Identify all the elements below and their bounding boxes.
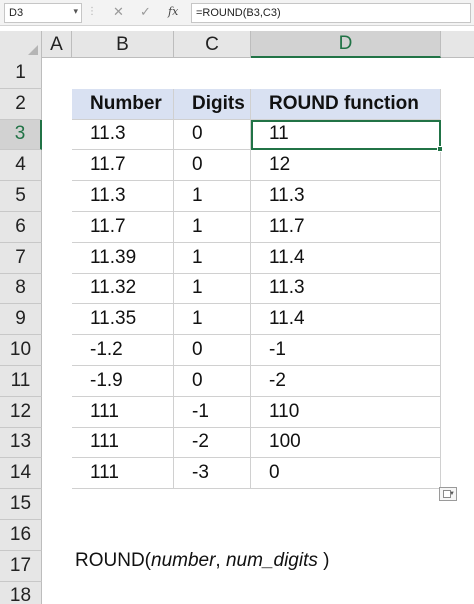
cell-b3[interactable]: 11.3 — [72, 119, 174, 151]
cell-c8[interactable]: 1 — [174, 273, 251, 305]
select-all-button[interactable] — [0, 31, 42, 58]
insert-function-icon[interactable]: fx — [168, 5, 178, 18]
cell-c6[interactable]: 1 — [174, 212, 251, 243]
column-header-b[interactable]: B — [72, 31, 174, 58]
cell-d6[interactable]: 11.7 — [251, 212, 441, 243]
enter-icon[interactable]: ✓ — [140, 4, 151, 20]
table-header-d[interactable]: ROUND function — [251, 88, 441, 120]
select-all-triangle-icon — [28, 45, 38, 55]
row-header-16[interactable]: 16 — [0, 520, 42, 551]
formula-input[interactable]: =ROUND(B3,C3) — [191, 3, 471, 23]
column-header-row: A B C D — [0, 31, 474, 58]
cell-c5[interactable]: 1 — [174, 181, 251, 212]
cell-b10[interactable]: -1.2 — [72, 335, 174, 366]
cell-c4[interactable]: 0 — [174, 150, 251, 182]
row-header-5[interactable]: 5 — [0, 181, 42, 212]
syntax-arg-number: number — [151, 550, 216, 571]
cell-d12[interactable]: 110 — [251, 396, 441, 428]
cell-d7[interactable]: 11.4 — [251, 242, 441, 274]
row-header-18[interactable]: 18 — [0, 581, 42, 604]
cell-c12[interactable]: -1 — [174, 396, 251, 428]
syntax-func: ROUND( — [75, 550, 151, 571]
cell-b4[interactable]: 11.7 — [72, 150, 174, 182]
round-syntax-text: ROUND(number, num_digits ) — [75, 550, 329, 572]
formula-bar-grip-icon: ⋮ — [87, 6, 97, 17]
row-header-12[interactable]: 12 — [0, 396, 42, 428]
cell-d10[interactable]: -1 — [251, 335, 441, 366]
row-header-10[interactable]: 10 — [0, 335, 42, 366]
row-header-17[interactable]: 17 — [0, 550, 42, 582]
cell-c13[interactable]: -2 — [174, 427, 251, 459]
cell-b14[interactable]: 111 — [72, 458, 174, 490]
row-header-13[interactable]: 13 — [0, 427, 42, 459]
cell-d13[interactable]: 100 — [251, 427, 441, 459]
column-header-c[interactable]: C — [174, 31, 251, 58]
cell-d9[interactable]: 11.4 — [251, 304, 441, 336]
row-header-6[interactable]: 6 — [0, 212, 42, 243]
cancel-icon[interactable]: ✕ — [113, 4, 124, 20]
cell-d3[interactable]: 11 — [251, 119, 441, 151]
column-header-a[interactable]: A — [42, 31, 72, 58]
cell-b12[interactable]: 111 — [72, 396, 174, 428]
cell-b11[interactable]: -1.9 — [72, 366, 174, 397]
row-header-4[interactable]: 4 — [0, 150, 42, 182]
chevron-down-icon: ▼ — [449, 491, 455, 497]
row-header-11[interactable]: 11 — [0, 366, 42, 397]
cell-d8[interactable]: 11.3 — [251, 273, 441, 305]
syntax-arg-num-digits: num_digits — [225, 550, 318, 571]
cell-c3[interactable]: 0 — [174, 119, 251, 151]
name-box[interactable]: D3 ▾ — [4, 3, 82, 23]
name-box-value: D3 — [9, 7, 24, 19]
row-header-14[interactable]: 14 — [0, 458, 42, 490]
cell-c7[interactable]: 1 — [174, 242, 251, 274]
cell-b7[interactable]: 11.39 — [72, 242, 174, 274]
row-header-7[interactable]: 7 — [0, 242, 42, 274]
table-header-c[interactable]: Digits — [174, 88, 251, 120]
row-header-8[interactable]: 8 — [0, 273, 42, 305]
syntax-close: ) — [317, 550, 330, 571]
row-header-1[interactable]: 1 — [0, 58, 42, 89]
cell-c10[interactable]: 0 — [174, 335, 251, 366]
column-header-d[interactable]: D — [251, 31, 441, 58]
cell-c11[interactable]: 0 — [174, 366, 251, 397]
cell-d5[interactable]: 11.3 — [251, 181, 441, 212]
cell-c9[interactable]: 1 — [174, 304, 251, 336]
cell-d11[interactable]: -2 — [251, 366, 441, 397]
cell-b6[interactable]: 11.7 — [72, 212, 174, 243]
name-box-dropdown-icon[interactable]: ▾ — [73, 6, 78, 17]
row-header-15[interactable]: 15 — [0, 489, 42, 520]
table-header-b[interactable]: Number — [72, 88, 174, 120]
row-header-2[interactable]: 2 — [0, 88, 42, 120]
cell-b9[interactable]: 11.35 — [72, 304, 174, 336]
syntax-sep: , — [215, 550, 226, 571]
row-header-3[interactable]: 3 — [0, 119, 42, 151]
cell-b5[interactable]: 11.3 — [72, 181, 174, 212]
fill-handle[interactable] — [437, 146, 443, 153]
row-header-9[interactable]: 9 — [0, 304, 42, 336]
cell-d4[interactable]: 12 — [251, 150, 441, 182]
cell-b8[interactable]: 11.32 — [72, 273, 174, 305]
paste-options-icon[interactable]: ▼ — [439, 487, 457, 501]
cell-d14[interactable]: 0 — [251, 458, 441, 490]
cell-b13[interactable]: 111 — [72, 427, 174, 459]
cell-c14[interactable]: -3 — [174, 458, 251, 490]
formula-bar: D3 ▾ ⋮ ✕ ✓ fx =ROUND(B3,C3) — [0, 0, 474, 26]
